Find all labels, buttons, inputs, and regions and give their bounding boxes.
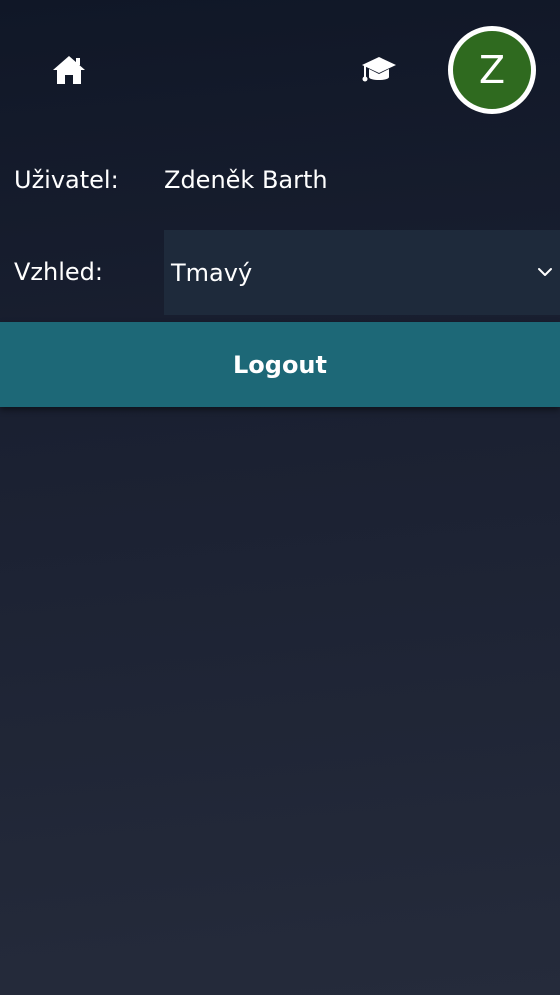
user-name: Zdeněk Barth xyxy=(164,166,328,194)
theme-select[interactable]: Tmavý xyxy=(164,230,560,315)
graduation-cap-icon xyxy=(362,57,396,82)
avatar-initial: Z xyxy=(478,48,506,92)
user-avatar[interactable]: Z xyxy=(448,26,536,114)
theme-label: Vzhled: xyxy=(14,258,103,286)
home-icon xyxy=(53,56,85,84)
home-button[interactable] xyxy=(44,46,94,94)
chevron-down-icon xyxy=(538,268,552,276)
theme-select-value: Tmavý xyxy=(171,258,253,287)
logout-button[interactable]: Logout xyxy=(0,322,560,407)
top-bar: Z xyxy=(0,0,560,140)
education-button[interactable] xyxy=(354,46,404,94)
user-label: Uživatel: xyxy=(14,166,119,194)
